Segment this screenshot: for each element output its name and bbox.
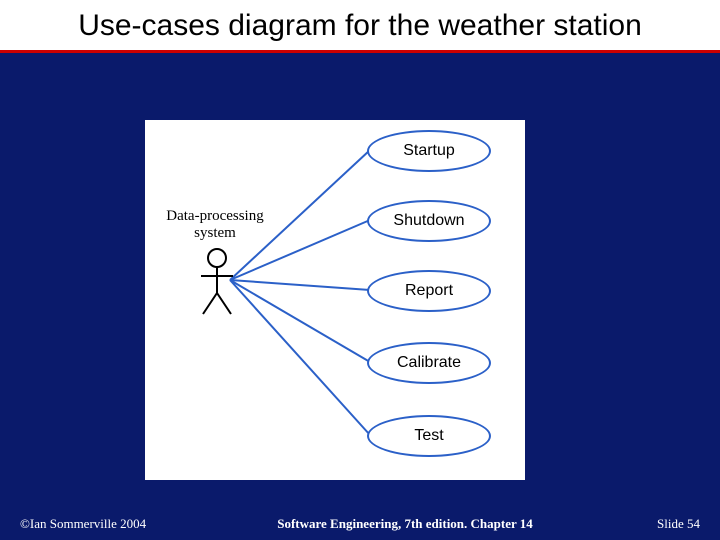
actor-label-line2: system — [194, 225, 236, 241]
usecase-shutdown: Shutdown — [367, 200, 491, 242]
use-case-diagram: Data-processing system Startup Shutdown … — [145, 120, 525, 480]
usecase-test: Test — [367, 415, 491, 457]
usecase-label: Report — [405, 282, 453, 300]
slide-footer: ©Ian Sommerville 2004 Software Engineeri… — [0, 516, 720, 532]
footer-copyright: ©Ian Sommerville 2004 — [0, 516, 230, 532]
actor-icon — [199, 248, 235, 318]
footer-slide-num: Slide 54 — [580, 516, 720, 532]
actor-label-line1: Data-processing — [166, 208, 263, 224]
usecase-label: Startup — [403, 142, 455, 160]
actor-label: Data-processing system — [145, 208, 285, 241]
usecase-calibrate: Calibrate — [367, 342, 491, 384]
usecase-report: Report — [367, 270, 491, 312]
usecase-startup: Startup — [367, 130, 491, 172]
slide-title: Use-cases diagram for the weather statio… — [0, 0, 720, 50]
usecase-label: Shutdown — [393, 212, 464, 230]
usecase-label: Calibrate — [397, 354, 461, 372]
title-underline — [0, 50, 720, 53]
slide: Use-cases diagram for the weather statio… — [0, 0, 720, 540]
usecase-label: Test — [414, 427, 443, 445]
footer-book: Software Engineering, 7th edition. Chapt… — [230, 516, 580, 532]
